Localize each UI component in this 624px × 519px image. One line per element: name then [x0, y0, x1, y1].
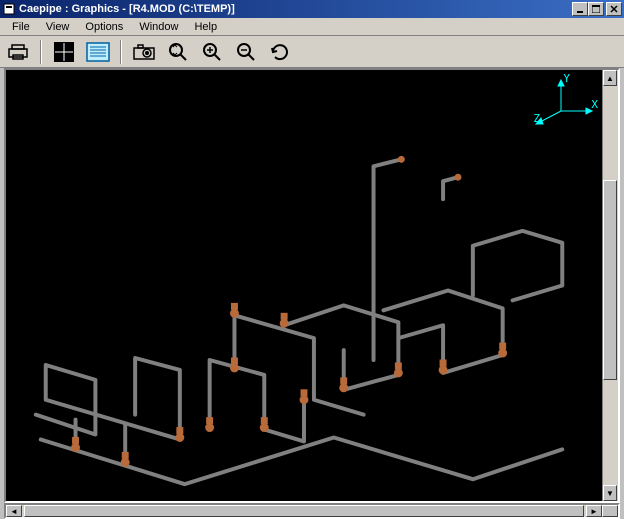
print-button[interactable]	[4, 39, 32, 65]
menubar: File View Options Window Help	[0, 18, 624, 36]
scroll-down-button[interactable]: ▼	[603, 485, 617, 501]
axis-y-label: Y	[563, 72, 570, 85]
pipe-model	[6, 70, 602, 501]
list-icon	[86, 42, 110, 62]
menu-options[interactable]: Options	[77, 19, 131, 35]
zoom-in-button[interactable]	[198, 39, 226, 65]
viewport-frame: Y X Z ▲ ▼	[4, 68, 620, 503]
list-button[interactable]	[84, 39, 112, 65]
toolbar-separator	[120, 40, 122, 64]
graphics-viewport[interactable]: Y X Z	[6, 70, 602, 501]
axis-x-label: X	[591, 98, 598, 111]
scroll-right-button[interactable]: ►	[586, 505, 602, 517]
scroll-left-button[interactable]: ◄	[6, 505, 22, 517]
zoom-in-icon	[201, 41, 223, 63]
maximize-button[interactable]	[588, 2, 604, 16]
zoom-out-icon	[235, 41, 257, 63]
window-buttons	[572, 2, 622, 16]
titlebar: Caepipe : Graphics - [R4.MOD (C:\TEMP)]	[0, 0, 624, 18]
crosshair-icon	[53, 41, 75, 63]
menu-view[interactable]: View	[38, 19, 78, 35]
zoom-out-button[interactable]	[232, 39, 260, 65]
toolbar	[0, 36, 624, 68]
axis-triad	[526, 76, 596, 136]
window-title: Caepipe : Graphics - [R4.MOD (C:\TEMP)]	[19, 3, 572, 15]
rotate-icon	[269, 41, 291, 63]
scroll-up-button[interactable]: ▲	[603, 70, 617, 86]
vscroll-thumb[interactable]	[603, 180, 617, 380]
menu-window[interactable]: Window	[131, 19, 186, 35]
toolbar-separator	[40, 40, 42, 64]
camera-icon	[132, 43, 156, 61]
minimize-button[interactable]	[572, 2, 588, 16]
crosshair-button[interactable]	[50, 39, 78, 65]
app-icon	[2, 2, 16, 16]
scroll-corner	[602, 505, 618, 517]
zoom-fit-icon	[167, 41, 189, 63]
close-button[interactable]	[606, 2, 622, 16]
axis-z-label: Z	[533, 112, 540, 125]
camera-button[interactable]	[130, 39, 158, 65]
vertical-scrollbar[interactable]: ▲ ▼	[602, 70, 618, 501]
menu-file[interactable]: File	[4, 19, 38, 35]
hscroll-thumb[interactable]	[24, 505, 584, 517]
print-icon	[7, 43, 29, 61]
menu-help[interactable]: Help	[186, 19, 225, 35]
rotate-button[interactable]	[266, 39, 294, 65]
horizontal-scrollbar[interactable]: ◄ ►	[4, 503, 620, 519]
zoom-fit-button[interactable]	[164, 39, 192, 65]
